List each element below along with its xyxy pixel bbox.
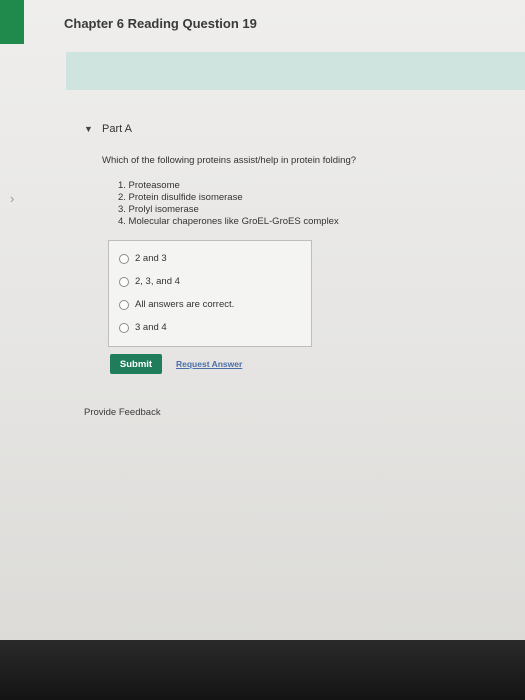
question-options-list: 1. Proteasome 2. Protein disulfide isome… [118,180,339,228]
choice-item[interactable]: 3 and 4 [119,322,167,333]
radio-button[interactable] [119,253,129,264]
radio-button[interactable] [119,299,129,310]
option-item: 2. Protein disulfide isomerase [118,192,243,203]
monitor-bezel [0,640,525,700]
page-title: Chapter 6 Reading Question 19 [64,16,257,31]
answer-choices: 2 and 3 2, 3, and 4 All answers are corr… [108,240,312,347]
option-item: 1. Proteasome [118,180,180,191]
provide-feedback-link[interactable]: Provide Feedback [84,407,161,418]
radio-button[interactable] [119,322,129,333]
request-answer-link[interactable]: Request Answer [176,359,242,369]
part-a-label[interactable]: Part A [102,123,132,135]
choice-label: 3 and 4 [135,322,167,333]
choice-item[interactable]: All answers are correct. [119,299,234,310]
choice-item[interactable]: 2 and 3 [119,253,167,264]
screen: › Chapter 6 Reading Question 19 ▼ Part A… [0,0,525,640]
radio-button[interactable] [119,276,129,287]
left-accent-strip [0,0,24,44]
submit-button[interactable]: Submit [110,354,162,374]
choice-label: 2, 3, and 4 [135,276,180,287]
question-text: Which of the following proteins assist/h… [102,155,357,166]
option-item: 3. Prolyl isomerase [118,204,199,215]
chevron-right-icon[interactable]: › [10,191,14,206]
option-item: 4. Molecular chaperones like GroEL-GroES… [118,216,339,227]
choice-item[interactable]: 2, 3, and 4 [119,276,180,287]
triangle-down-icon[interactable]: ▼ [84,124,93,134]
header-banner [66,52,525,90]
choice-label: 2 and 3 [135,253,167,264]
choice-label: All answers are correct. [135,299,235,310]
